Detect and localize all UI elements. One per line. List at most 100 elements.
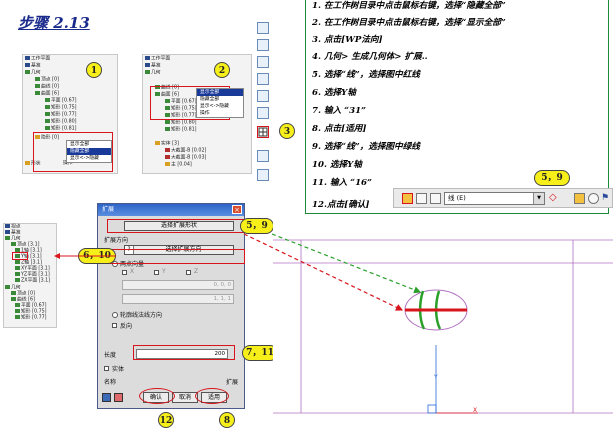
tree-item[interactable]: 曲线 [6] — [17, 298, 35, 303]
context-menu-1: 显示全部 隐藏全部 显示<->隐藏 — [66, 140, 112, 163]
wp-normal-button[interactable] — [257, 126, 269, 138]
tree-item[interactable]: YZ平面 [3.1] — [21, 273, 50, 278]
tree-item[interactable]: 几何 — [11, 286, 21, 291]
name-value: 扩展 — [226, 379, 239, 386]
tree-item[interactable]: 矩形 [0.75] — [51, 106, 77, 111]
z-checkbox[interactable] — [186, 270, 191, 275]
solid-icon — [155, 141, 160, 145]
tree-item[interactable]: 工作平面 — [151, 57, 170, 62]
plane-icon — [45, 98, 50, 102]
x-checkbox[interactable] — [122, 270, 127, 275]
menu-operation[interactable]: 操作 — [197, 110, 243, 117]
instruction-line: 2. 在工作树目录中点击鼠标右键，选择“显示全部” — [312, 18, 506, 28]
tree-item[interactable]: 顶点 [3.1] — [17, 243, 40, 248]
view-cube-icon[interactable] — [257, 107, 269, 119]
tree-item[interactable]: 基准 — [11, 231, 21, 236]
tree-item[interactable]: 大截面-B [0.02] — [171, 149, 206, 154]
close-icon[interactable]: × — [232, 205, 242, 214]
geometry-icon — [145, 70, 150, 74]
tree-item[interactable]: 几何 — [31, 71, 41, 76]
plane-icon — [15, 266, 20, 270]
tree-item[interactable]: 矩形 [0.81] — [171, 128, 197, 133]
menu-hide-all[interactable]: 隐藏全部 — [67, 148, 111, 155]
y-checkbox[interactable] — [154, 270, 159, 275]
menu-show-all[interactable]: 显示全部 — [67, 141, 111, 148]
rect-icon — [15, 315, 20, 319]
tree-item[interactable]: 矩形 [0.81] — [51, 127, 77, 132]
view-cube-icon[interactable] — [257, 90, 269, 102]
folder-icon — [145, 63, 150, 67]
tree-item[interactable]: 矩形 [0.77] — [21, 316, 47, 321]
context-menu-2: 显示全部 隐藏全部 显示<->隐藏 操作 — [196, 88, 244, 118]
tree-item[interactable]: 矩形 [0.77] — [51, 113, 77, 118]
menu-show-all[interactable]: 显示全部 — [197, 89, 243, 96]
highlight-box — [133, 345, 235, 360]
tree-item[interactable]: 顶点 [0] — [17, 292, 35, 297]
tree-item[interactable]: XY平面 [3.1] — [21, 267, 50, 272]
tree-item[interactable]: 矩形 [0.75] — [21, 310, 47, 315]
tree-item[interactable]: ZX平面 [3.1] — [21, 279, 50, 284]
snap-icon[interactable] — [430, 193, 441, 204]
folder-icon — [5, 224, 10, 228]
surface-icon — [35, 91, 40, 95]
view-cube-icon[interactable] — [257, 22, 269, 34]
tree-item[interactable]: 大截面-B [0.03] — [171, 156, 206, 161]
select-icon[interactable] — [402, 193, 413, 204]
contour-normal-radio[interactable] — [112, 312, 118, 318]
tree-item[interactable]: 曲线 [0] — [41, 85, 59, 90]
view-toolbar — [255, 22, 271, 187]
view-cube-icon[interactable] — [257, 39, 269, 51]
rect-icon — [45, 119, 50, 123]
folder-icon — [25, 56, 30, 60]
confirm-icon[interactable] — [574, 193, 585, 204]
axis-icon — [15, 260, 20, 264]
view-option-icon[interactable] — [257, 169, 269, 181]
view-cube-icon[interactable] — [257, 73, 269, 85]
entity-type-dropdown[interactable]: 线 (E) ▼ — [444, 192, 545, 205]
menu-toggle-show[interactable]: 显示<->隐藏 — [67, 155, 111, 162]
rect-icon — [45, 105, 50, 109]
tree-item[interactable]: 实体 [3] — [161, 142, 179, 147]
tree-item[interactable]: 工作平面 — [31, 57, 50, 62]
clock-icon[interactable] — [588, 193, 599, 204]
step-badge: 2 — [214, 62, 230, 78]
tree-item[interactable]: 矩形 [0.80] — [171, 121, 197, 126]
work-tree-panel-3: 视点 基准 几何 顶点 [3.1] 1轴 [3.1] Y轴 [3.1] Z轴 [… — [3, 223, 57, 328]
geometry-icon — [5, 285, 10, 289]
tree-item[interactable]: 平面 [0.67] — [51, 99, 77, 104]
cancel-button[interactable]: 取消 — [172, 392, 198, 403]
menu-toggle-show[interactable]: 显示<->隐藏 — [197, 103, 243, 110]
tree-item[interactable]: 基准 — [31, 64, 41, 69]
reverse-checkbox[interactable] — [112, 323, 117, 328]
tree-item[interactable]: 矩形 [0.80] — [51, 120, 77, 125]
tree-item[interactable]: 顶点 [0] — [41, 78, 59, 83]
tree-item[interactable]: 几何 — [151, 71, 161, 76]
flag-icon[interactable]: ⚑ — [601, 193, 612, 204]
view-cube-icon[interactable] — [257, 56, 269, 68]
tree-item[interactable]: 基准 — [151, 64, 161, 69]
help-icon[interactable] — [102, 393, 111, 402]
tree-item[interactable]: 视点 — [11, 225, 21, 230]
settings-icon[interactable] — [114, 393, 123, 402]
menu-hide-all[interactable]: 隐藏全部 — [197, 96, 243, 103]
tree-item[interactable]: 主 [0.04] — [171, 163, 192, 168]
tree-item[interactable]: 几何 — [11, 237, 21, 242]
solid-label: 实体 — [112, 366, 125, 373]
filter-icon[interactable] — [416, 193, 427, 204]
clear-icon[interactable]: ◇ — [549, 193, 560, 204]
tree-item[interactable]: 曲面 [6] — [41, 92, 59, 97]
vertex-icon — [11, 291, 16, 295]
tree-item[interactable]: Z轴 [3.1] — [21, 261, 42, 266]
svg-text:Y: Y — [433, 374, 438, 381]
view-option-icon[interactable] — [257, 150, 269, 162]
instruction-line: 8. 点击[适用] — [312, 124, 367, 134]
highlight-box — [108, 249, 245, 264]
model-viewport[interactable]: Y X — [273, 215, 613, 429]
tree-item[interactable]: 平面 [0.67] — [21, 304, 47, 309]
instruction-line: 9. 选择“线”，选择图中绿线 — [312, 142, 420, 152]
coord1-field[interactable]: 0, 0, 0 — [122, 280, 234, 290]
coord2-field[interactable]: 1, 1, 1 — [122, 294, 234, 304]
curve-icon — [35, 84, 40, 88]
solid-checkbox[interactable] — [104, 366, 109, 371]
name-label: 名称 — [104, 379, 117, 386]
